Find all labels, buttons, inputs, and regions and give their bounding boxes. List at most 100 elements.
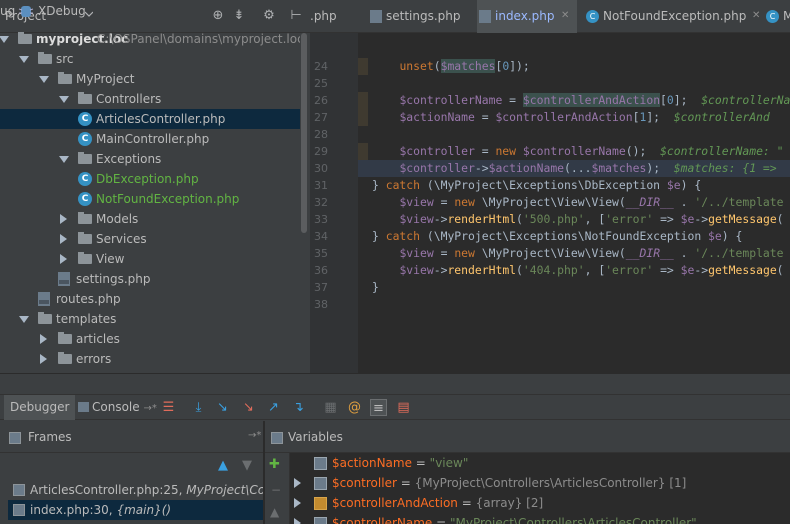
tree-item[interactable]: src xyxy=(0,49,300,69)
php-file-icon xyxy=(13,484,25,496)
step-into-icon[interactable]: ↘ xyxy=(214,399,231,416)
arrow-down-icon[interactable]: ▼ xyxy=(242,458,252,473)
chevron-down-icon[interactable] xyxy=(59,96,69,103)
tree-item[interactable]: templates xyxy=(0,309,300,329)
tree-item-label: articles xyxy=(76,332,120,346)
locate-icon[interactable]: ⊕ xyxy=(210,8,226,24)
move-up-icon[interactable]: ▲ xyxy=(270,505,279,519)
chevron-down-icon[interactable] xyxy=(19,56,29,63)
line-number: 32 xyxy=(314,196,328,209)
tree-item[interactable]: errors xyxy=(0,349,300,369)
tree-item[interactable]: Models xyxy=(0,209,300,229)
tree-item-label: routes.php xyxy=(56,292,121,306)
frame-file: ArticlesController.php:25, xyxy=(30,483,183,497)
code-line-34: } catch (\MyProject\Exceptions\NotFoundE… xyxy=(372,229,743,243)
clipboard-icon[interactable]: ▤ xyxy=(395,399,412,416)
class-icon: C xyxy=(78,192,92,206)
chevron-right-icon[interactable] xyxy=(60,254,67,264)
variable-name: $controllerAndAction xyxy=(332,496,458,510)
folder-icon xyxy=(58,352,72,364)
chevron-down-icon[interactable] xyxy=(19,316,29,323)
evaluate-expression-icon[interactable]: ▦ xyxy=(322,399,339,416)
chevron-right-icon[interactable] xyxy=(294,478,301,488)
tree-item[interactable]: articles xyxy=(0,329,300,349)
php-file-icon xyxy=(479,10,491,23)
class-icon: C xyxy=(78,132,92,146)
step-out-icon[interactable]: ↗ xyxy=(265,399,282,416)
line-number: 24 xyxy=(314,60,328,73)
arrow-up-icon[interactable]: ▲ xyxy=(218,458,228,473)
tab-m[interactable]: CM xyxy=(765,0,790,33)
chevron-right-icon[interactable] xyxy=(60,214,67,224)
line-number: 26 xyxy=(314,94,328,107)
line-number: 31 xyxy=(314,179,328,192)
chevron-right-icon[interactable] xyxy=(60,234,67,244)
code-line-36: $view->renderHtml('404.php', ['error' =>… xyxy=(399,263,784,277)
code-line-29: $controller = new $controllerName(); $co… xyxy=(399,144,784,158)
tree-item[interactable]: routes.php xyxy=(0,289,300,309)
gear-icon[interactable]: ⚙ xyxy=(261,8,277,24)
project-scrollbar-thumb[interactable] xyxy=(301,33,307,233)
pin-icon[interactable]: →* xyxy=(248,430,261,441)
chevron-down-icon[interactable] xyxy=(85,10,93,18)
variables-title: Variables xyxy=(288,430,343,444)
force-step-into-icon[interactable]: ↘ xyxy=(240,399,257,416)
tree-item[interactable]: Services xyxy=(0,229,300,249)
class-icon: C xyxy=(78,172,92,186)
frame-row[interactable]: ArticlesController.php:25, MyProject\Con… xyxy=(8,480,263,500)
line-number: 38 xyxy=(314,298,328,311)
tree-item[interactable]: settings.php xyxy=(0,269,300,289)
tree-item[interactable]: C DbException.php xyxy=(0,169,300,189)
variable-row[interactable]: $controllerName = "MyProject\Controllers… xyxy=(332,513,697,524)
chevron-right-icon[interactable] xyxy=(40,354,47,364)
line-number: 28 xyxy=(314,128,328,141)
chevron-right-icon[interactable] xyxy=(40,334,47,344)
tree-item-label: ArticlesController.php xyxy=(96,112,226,126)
tree-item[interactable]: C ArticlesController.php xyxy=(0,109,300,129)
tree-item[interactable]: Exceptions xyxy=(0,149,300,169)
line-number: 29 xyxy=(314,145,328,158)
chevron-right-icon[interactable] xyxy=(294,518,301,524)
variable-row[interactable]: $actionName = "view" xyxy=(332,453,468,473)
list-view-icon[interactable]: ≡ xyxy=(370,399,387,416)
frame-row[interactable]: index.php:30, {main}() xyxy=(8,500,263,520)
debug-bug-icon xyxy=(18,6,34,17)
tree-item-label: DbException.php xyxy=(96,172,199,186)
tab-console[interactable]: Console →* xyxy=(72,395,163,420)
code-line-37: } xyxy=(372,280,379,294)
chevron-down-icon[interactable] xyxy=(0,36,9,43)
debug-session-tab[interactable]: XDebug xyxy=(38,4,86,18)
collapse-all-icon[interactable]: ⇟ xyxy=(231,8,247,24)
tree-item-label: Models xyxy=(96,212,139,226)
editor-tab-bar: .php settings.php✕ index.php✕ CNotFoundE… xyxy=(310,0,790,33)
variable-type: {MyProject\Controllers\ArticlesControlle… xyxy=(414,476,687,490)
hide-panel-icon[interactable]: ⊢ xyxy=(288,8,304,24)
variable-row[interactable]: $controller = {MyProject\Controllers\Art… xyxy=(332,473,686,493)
debug-tool-window-header xyxy=(0,373,790,395)
chevron-down-icon[interactable] xyxy=(59,156,69,163)
tab-notfoundexception-php[interactable]: C NotFoundException.php ✕ xyxy=(585,0,760,33)
tree-item[interactable]: C MainController.php xyxy=(0,129,300,149)
chevron-down-icon[interactable] xyxy=(39,76,49,83)
variable-row[interactable]: $controllerAndAction = {array} [2] xyxy=(332,493,543,513)
close-icon[interactable]: ✕ xyxy=(561,11,569,21)
tab-php[interactable]: .php xyxy=(310,0,337,33)
tab-settings-php[interactable]: settings.php✕ xyxy=(368,0,524,33)
tab-index-php[interactable]: index.php ✕ xyxy=(477,0,577,33)
show-execution-point-icon[interactable]: ☰ xyxy=(160,399,177,416)
watch-icon[interactable]: @ xyxy=(346,399,363,416)
chevron-right-icon[interactable] xyxy=(294,498,301,508)
tree-item-label: MainController.php xyxy=(96,132,210,146)
tab-debugger[interactable]: Debugger xyxy=(4,395,76,420)
tree-item[interactable]: View xyxy=(0,249,300,269)
tree-item[interactable]: C NotFoundException.php xyxy=(0,189,300,209)
close-icon[interactable]: ✕ xyxy=(752,11,760,21)
tree-item[interactable]: MyProject xyxy=(0,69,300,89)
remove-watch-icon[interactable]: − xyxy=(271,483,281,497)
run-to-cursor-icon[interactable]: ↴ xyxy=(290,399,307,416)
variable-equals: = xyxy=(396,476,415,490)
add-watch-icon[interactable]: ✚ xyxy=(269,457,280,472)
tree-item[interactable]: myproject.loc C:\OSPanel\domains\myprojec… xyxy=(0,29,304,49)
tree-item[interactable]: Controllers xyxy=(0,89,300,109)
step-over-icon[interactable]: ⤓ xyxy=(190,399,207,416)
